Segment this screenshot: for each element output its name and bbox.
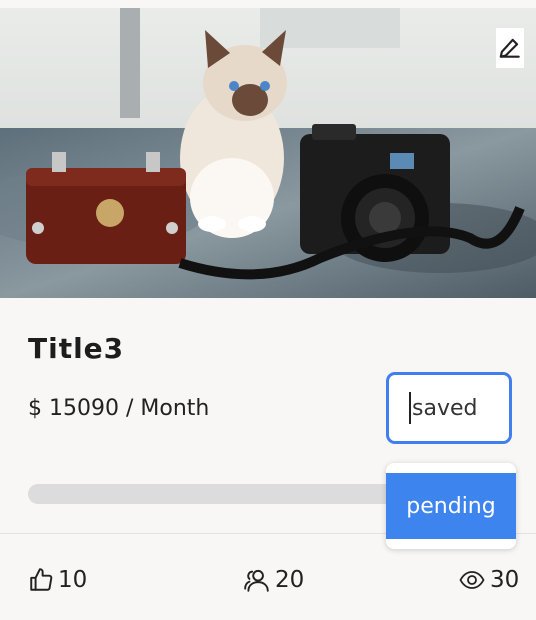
card-title: Title3 [28, 332, 125, 365]
progress-bar [28, 484, 428, 504]
likes-count: 10 [58, 567, 88, 593]
views-count: 30 [490, 567, 520, 593]
status-select[interactable]: saved [386, 372, 512, 444]
text-cursor [409, 392, 411, 424]
members-count: 20 [275, 567, 305, 593]
eye-icon [459, 571, 485, 589]
pencil-icon [499, 38, 520, 58]
users-icon [244, 569, 269, 592]
status-value: saved [412, 395, 478, 421]
views-stat[interactable]: 30 [458, 560, 519, 600]
price-label: $ 15090 / Month [28, 396, 210, 421]
edit-button[interactable] [496, 28, 524, 68]
status-dropdown: pending [386, 463, 516, 549]
status-option-pending[interactable]: pending [386, 473, 516, 539]
hero-image [0, 8, 536, 298]
listing-card: Title3 $ 15090 / Month saved pending 10 … [0, 0, 536, 620]
thumbs-up-icon [30, 568, 53, 591]
likes-stat[interactable]: 10 [28, 560, 87, 600]
members-stat[interactable]: 20 [243, 560, 304, 600]
